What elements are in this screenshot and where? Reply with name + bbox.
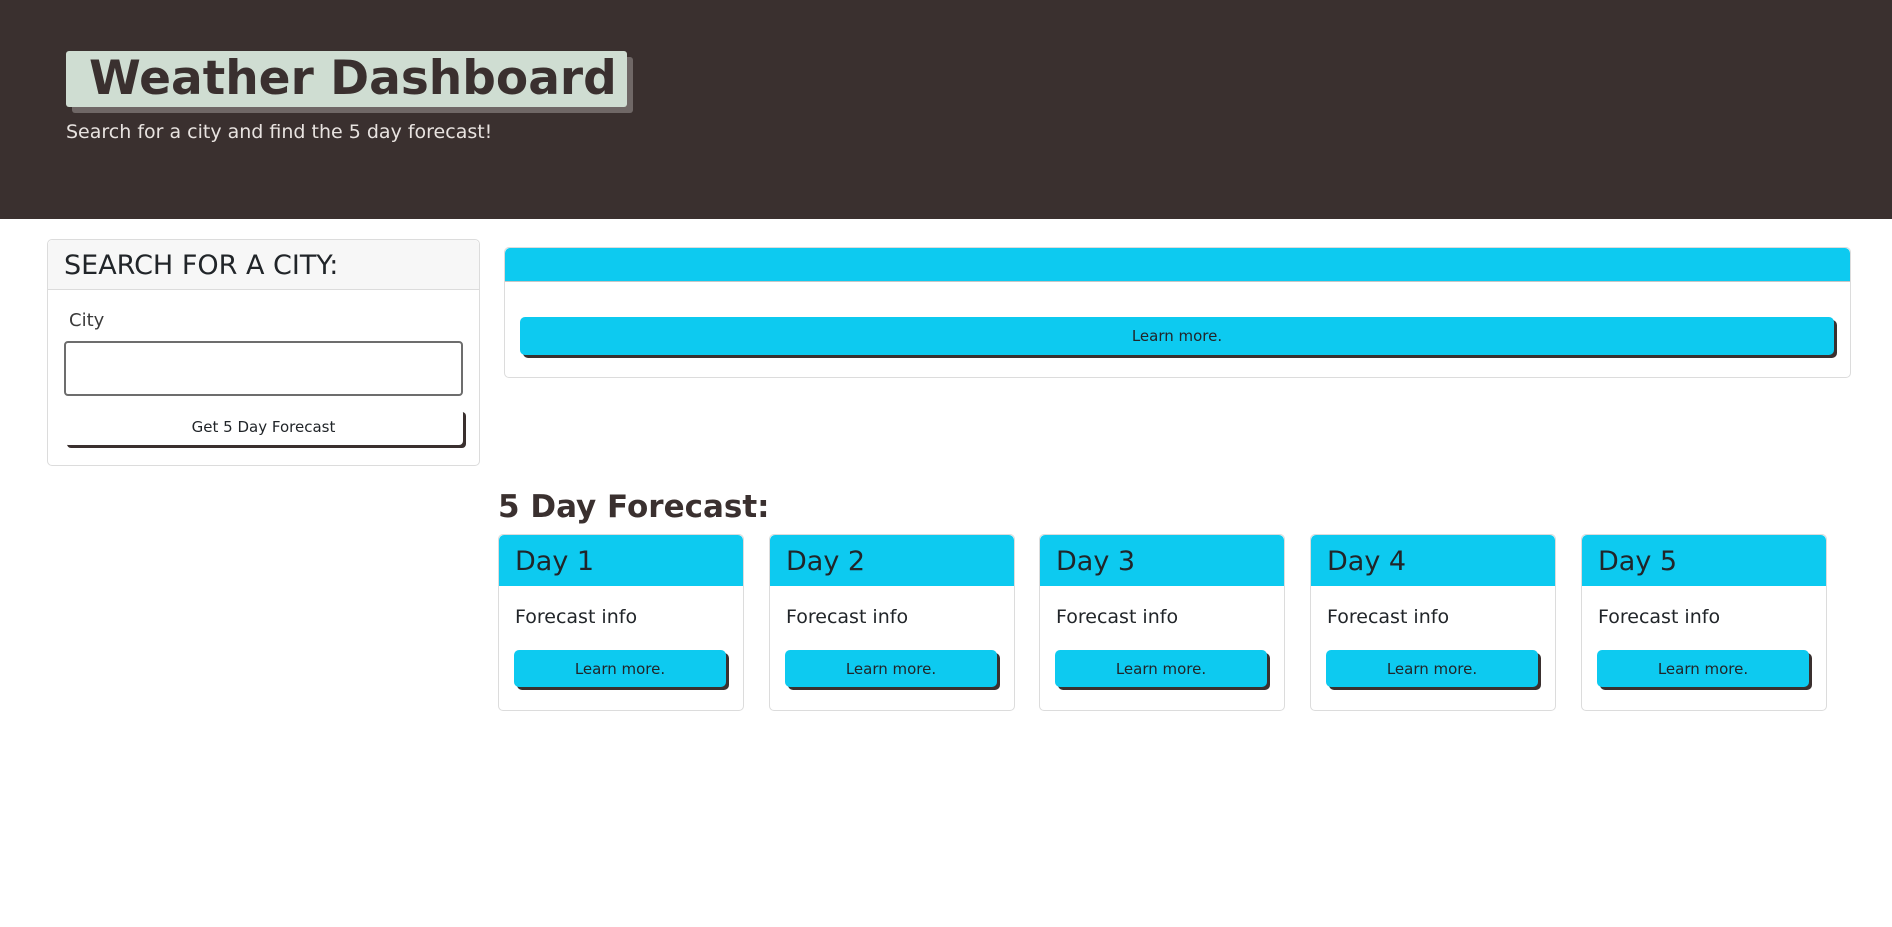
current-weather-header	[505, 248, 1850, 282]
forecast-card-title: Day 1	[499, 535, 743, 586]
forecast-card-info: Forecast info	[1056, 606, 1179, 628]
search-card: SEARCH FOR A CITY: City Get 5 Day Foreca…	[47, 239, 480, 466]
page-subtitle: Search for a city and find the 5 day for…	[66, 121, 493, 143]
forecast-card-title: Day 2	[770, 535, 1014, 586]
forecast-card-info: Forecast info	[1327, 606, 1450, 628]
forecast-card-info: Forecast info	[1598, 606, 1721, 628]
forecast-card-day-1: Day 1 Forecast info Learn more.	[498, 534, 744, 711]
forecast-card-day-4: Day 4 Forecast info Learn more.	[1310, 534, 1556, 711]
forecast-learn-more-button[interactable]: Learn more.	[514, 650, 726, 687]
page-header: Weather Dashboard Search for a city and …	[0, 0, 1892, 219]
forecast-learn-more-button[interactable]: Learn more.	[1055, 650, 1267, 687]
forecast-card-title: Day 4	[1311, 535, 1555, 586]
forecast-card-day-3: Day 3 Forecast info Learn more.	[1039, 534, 1285, 711]
current-weather-card: Learn more.	[504, 247, 1851, 378]
get-forecast-button[interactable]: Get 5 Day Forecast	[64, 409, 463, 445]
forecast-card-info: Forecast info	[786, 606, 909, 628]
forecast-learn-more-button[interactable]: Learn more.	[1326, 650, 1538, 687]
forecast-heading: 5 Day Forecast:	[498, 489, 770, 525]
forecast-card-day-5: Day 5 Forecast info Learn more.	[1581, 534, 1827, 711]
forecast-card-title: Day 5	[1582, 535, 1826, 586]
forecast-card-day-2: Day 2 Forecast info Learn more.	[769, 534, 1015, 711]
city-label: City	[69, 310, 105, 331]
forecast-learn-more-button[interactable]: Learn more.	[1597, 650, 1809, 687]
search-card-heading: SEARCH FOR A CITY:	[48, 240, 479, 290]
forecast-learn-more-button[interactable]: Learn more.	[785, 650, 997, 687]
forecast-card-title: Day 3	[1040, 535, 1284, 586]
page-title: Weather Dashboard	[66, 51, 627, 107]
current-learn-more-button[interactable]: Learn more.	[520, 317, 1834, 355]
city-input[interactable]	[64, 341, 463, 396]
forecast-card-info: Forecast info	[515, 606, 638, 628]
